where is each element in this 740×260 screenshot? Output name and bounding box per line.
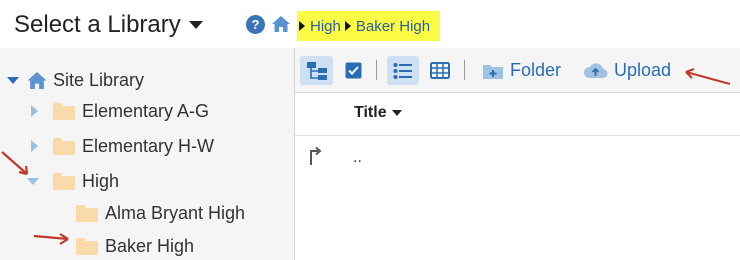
folder-icon: [76, 204, 98, 222]
expand-toggle-icon[interactable]: [31, 105, 38, 117]
annotation-arrow-icon: [33, 233, 69, 245]
checkbox-icon: [345, 62, 361, 79]
folder-icon: [76, 237, 98, 255]
annotation-arrow-icon: [1, 151, 29, 176]
breadcrumb-item-high[interactable]: High: [299, 18, 341, 35]
tree-item-alma-bryant-high[interactable]: Alma Bryant High: [0, 199, 245, 227]
annotation-arrow-icon: [685, 67, 731, 86]
file-list-header: Title: [295, 93, 740, 136]
home-icon[interactable]: [271, 15, 291, 33]
table-row[interactable]: ..: [295, 136, 740, 180]
new-folder-button[interactable]: Folder: [482, 56, 561, 85]
new-folder-label: Folder: [510, 60, 562, 80]
breadcrumb-separator-icon: [299, 21, 305, 31]
list-view-icon: [393, 62, 412, 79]
breadcrumb-separator-icon: [344, 21, 351, 31]
folder-icon: [53, 172, 75, 190]
sort-caret-icon: [391, 110, 402, 116]
help-icon[interactable]: ?: [246, 15, 265, 34]
grid-view-button[interactable]: [427, 56, 453, 85]
tree-item-elementary-a-g[interactable]: Elementary A-G: [0, 97, 209, 125]
tree-item-site-library[interactable]: Site Library: [0, 66, 144, 94]
toolbar: Folder Upload: [295, 48, 740, 93]
caret-down-icon: [188, 21, 203, 29]
tree-view-icon: [306, 61, 327, 80]
select-all-button[interactable]: [341, 56, 365, 85]
folder-plus-icon: [483, 64, 503, 79]
folder-icon: [53, 137, 75, 155]
breadcrumb-label: Baker High: [355, 17, 431, 35]
home-icon: [27, 71, 47, 89]
tree-item-label: Site Library: [53, 69, 145, 90]
tree-item-baker-high[interactable]: Baker High: [0, 232, 194, 260]
library-select-dropdown[interactable]: Select a Library: [14, 8, 203, 42]
folder-icon: [53, 102, 75, 120]
title-column-header[interactable]: Title: [354, 104, 402, 122]
tree-item-label: Alma Bryant High: [105, 202, 246, 223]
cloud-upload-icon: [583, 63, 608, 78]
upload-button[interactable]: Upload: [583, 56, 671, 85]
grid-view-icon: [430, 62, 450, 79]
tree-item-label: Elementary H-W: [82, 135, 215, 156]
tree-view-toggle-button[interactable]: [300, 56, 333, 85]
breadcrumb-item-baker-high[interactable]: Baker High: [344, 17, 431, 35]
library-select-label: Select a Library: [14, 11, 181, 38]
upload-label: Upload: [614, 60, 672, 80]
tree-item-label: Elementary A-G: [82, 100, 210, 121]
column-header-label: Title: [354, 104, 387, 121]
header-bar: Select a Library ? High Baker High: [0, 0, 740, 48]
library-tree-panel: Site Library Elementary A-G Elementary H…: [0, 48, 295, 260]
breadcrumb-label: High: [310, 17, 341, 35]
breadcrumb: High Baker High: [297, 11, 441, 41]
toolbar-divider: [376, 60, 377, 80]
expand-toggle-icon[interactable]: [7, 76, 19, 84]
file-name: ..: [353, 149, 362, 166]
parent-folder-icon: [310, 146, 322, 165]
tree-item-label: Baker High: [105, 235, 195, 256]
list-view-button[interactable]: [387, 56, 419, 85]
toolbar-divider: [464, 60, 465, 80]
tree-item-label: High: [82, 170, 120, 191]
